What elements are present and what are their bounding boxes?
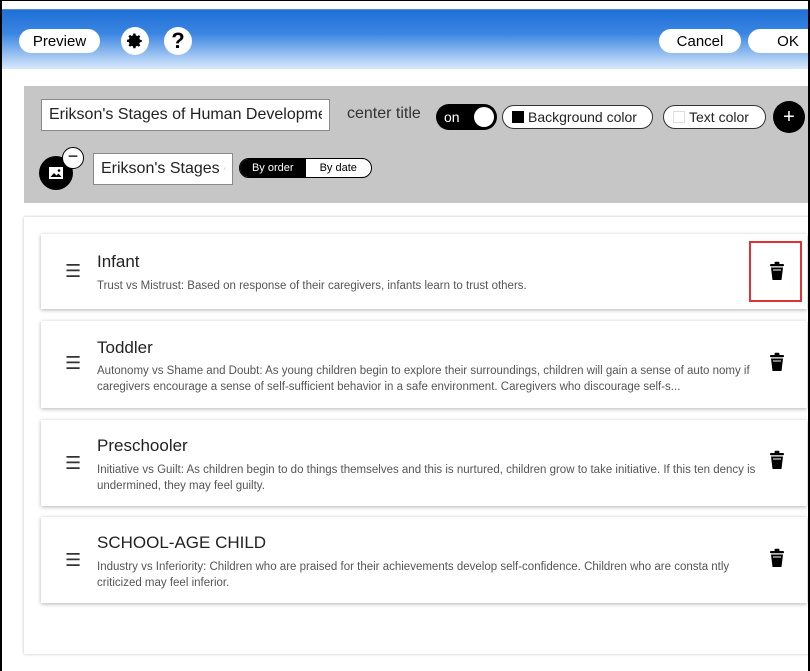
item-title: Preschooler — [97, 436, 188, 455]
drag-handle-icon[interactable]: ☰ — [65, 550, 81, 571]
text-color-swatch — [673, 111, 685, 123]
center-title-label: center title — [347, 105, 421, 122]
delete-highlight-box — [749, 241, 802, 302]
add-icon[interactable]: + — [773, 101, 805, 133]
gear-icon[interactable] — [121, 27, 149, 55]
preview-button[interactable]: Preview — [19, 29, 100, 53]
item-description: Initiative vs Guilt: As children begin t… — [97, 464, 756, 492]
toggle-state-label: on — [444, 109, 460, 125]
drag-handle-icon[interactable]: ☰ — [65, 261, 81, 282]
remove-image-icon[interactable]: − — [62, 147, 84, 169]
sort-by-order-option[interactable]: By order — [240, 159, 306, 177]
item-description: Industry vs Inferiority: Children who ar… — [97, 561, 730, 589]
sort-toggle: By order By date — [239, 158, 372, 178]
list-item[interactable]: ☰ Infant Trust vs Mistrust: Based on res… — [41, 234, 807, 309]
text-color-label: Text color — [689, 109, 749, 125]
center-title-toggle[interactable]: on — [436, 104, 497, 130]
list-item[interactable]: ☰ Toddler Autonomy vs Shame and Doubt: A… — [41, 321, 807, 408]
background-color-label: Background color — [528, 109, 637, 125]
sort-by-date-option[interactable]: By date — [306, 159, 372, 177]
item-description: Autonomy vs Shame and Doubt: As young ch… — [97, 365, 750, 393]
item-title: Toddler — [97, 338, 153, 357]
list-item[interactable]: ☰ Preschooler Initiative vs Guilt: As ch… — [41, 420, 807, 506]
trash-icon[interactable] — [768, 450, 788, 472]
trash-icon[interactable] — [768, 548, 788, 570]
item-title: Infant — [97, 252, 140, 271]
title-input[interactable] — [41, 99, 330, 131]
editor-window: Preview ? Cancel OK center title on Back… — [0, 0, 810, 671]
ok-button[interactable]: OK — [748, 29, 808, 53]
toggle-knob — [474, 107, 494, 127]
drag-handle-icon[interactable]: ☰ — [65, 353, 81, 374]
top-toolbar: Preview ? Cancel OK — [2, 9, 808, 69]
trash-icon[interactable] — [768, 352, 788, 374]
cancel-button[interactable]: Cancel — [659, 29, 741, 53]
subtitle-input[interactable] — [93, 153, 233, 185]
list-item[interactable]: ☰ SCHOOL-AGE CHILD Industry vs Inferiori… — [41, 517, 807, 603]
background-color-swatch — [512, 111, 524, 123]
drag-handle-icon[interactable]: ☰ — [65, 453, 81, 474]
help-icon[interactable]: ? — [164, 27, 192, 55]
text-color-button[interactable]: Text color — [663, 105, 766, 129]
item-title: SCHOOL-AGE CHILD — [97, 533, 267, 552]
background-color-button[interactable]: Background color — [502, 105, 653, 129]
item-description: Trust vs Mistrust: Based on response of … — [97, 280, 527, 292]
timeline-item-list: ☰ Infant Trust vs Mistrust: Based on res… — [24, 217, 808, 654]
title-settings-panel: center title on Background color Text co… — [24, 86, 808, 203]
